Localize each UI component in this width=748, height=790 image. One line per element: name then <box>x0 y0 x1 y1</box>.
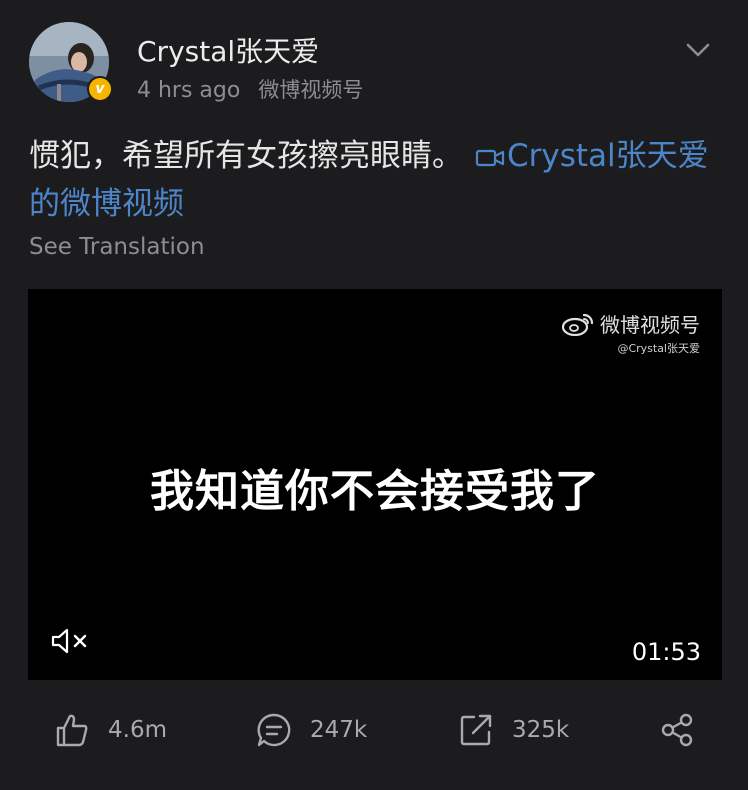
weibo-logo-icon <box>562 313 594 336</box>
post-header: v Crystal张天爱 4 hrs ago 微博视频号 <box>0 0 748 120</box>
username[interactable]: Crystal张天爱 <box>137 30 319 70</box>
repost-count: 325k <box>512 717 570 743</box>
source-label: 微博视频号 <box>258 78 364 102</box>
video-subtitle: 我知道你不会接受我了 <box>150 466 600 517</box>
timestamp: 4 hrs ago <box>137 78 241 103</box>
verified-badge-icon: v <box>87 76 113 102</box>
chevron-down-icon[interactable] <box>684 38 712 62</box>
post-meta: 4 hrs ago 微博视频号 <box>137 74 363 104</box>
repost-icon <box>460 714 492 746</box>
watermark: 微博视频号 @Crystal张天爱 <box>562 309 700 356</box>
post-text: 惯犯，希望所有女孩擦亮眼睛。 Crystal张天爱的微博视频 <box>29 132 719 228</box>
video-camera-icon <box>475 149 505 167</box>
comment-icon <box>257 713 291 747</box>
comment-count: 247k <box>310 717 368 743</box>
video-player[interactable]: 微博视频号 @Crystal张天爱 我知道你不会接受我了 01:53 <box>28 289 722 680</box>
action-bar: 4.6m 247k 325k <box>0 700 748 764</box>
watermark-label: 微博视频号 <box>600 313 700 337</box>
repost-button[interactable]: 325k <box>458 712 569 748</box>
video-duration: 01:53 <box>631 638 701 666</box>
like-count: 4.6m <box>108 717 167 743</box>
mute-icon[interactable] <box>50 627 90 655</box>
watermark-handle: @Crystal张天爱 <box>617 342 700 355</box>
comment-button[interactable]: 247k <box>256 712 367 748</box>
thumbs-up-icon <box>56 714 88 747</box>
post-body: 惯犯，希望所有女孩擦亮眼睛。 <box>29 138 463 174</box>
share-icon <box>661 713 693 747</box>
share-button[interactable] <box>660 712 696 748</box>
see-translation-link[interactable]: See Translation <box>29 234 205 260</box>
like-button[interactable]: 4.6m <box>54 712 167 748</box>
